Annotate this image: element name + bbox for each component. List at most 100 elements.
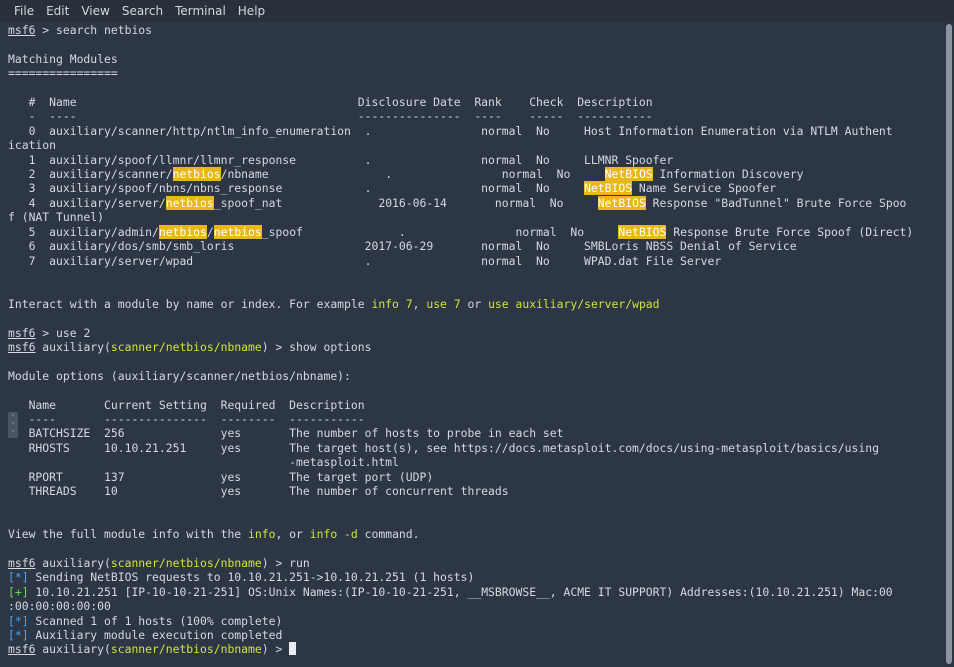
terminal-line: 4 auxiliary/server/netbios_spoof_nat 201… <box>8 195 913 210</box>
search-highlight: netbios <box>158 224 207 239</box>
terminal-output[interactable]: msf6 > search netbios Matching Modules ===… <box>0 22 944 667</box>
menu-search[interactable]: Search <box>116 0 169 22</box>
terminal-line: [*] Sending NetBIOS requests to 10.10.21… <box>8 570 913 584</box>
terminal-line: [+] 10.10.21.251 [IP-10-10-21-251] OS:Un… <box>8 585 913 599</box>
line-segment: BATCHSIZE 256 yes The number of hosts to… <box>8 426 564 441</box>
terminal-line: 7 auxiliary/server/wpad . normal No WPAD… <box>8 254 913 268</box>
side-handle-icon[interactable]: · · · <box>8 412 18 438</box>
line-segment: _spoof . normal No <box>261 224 619 239</box>
menu-view[interactable]: View <box>75 0 115 22</box>
terminal-line: THREADS 10 yes The number of concurrent … <box>8 484 913 498</box>
terminal-line: msf6 auxiliary(scanner/netbios/nbname) > <box>8 642 913 656</box>
search-highlight: NetBIOS <box>618 224 667 239</box>
line-segment: use auxiliary/server/wpad <box>488 296 660 311</box>
line-segment: , or <box>275 527 310 542</box>
menu-edit[interactable]: Edit <box>40 0 75 22</box>
line-segment: scanner/netbios/nbname <box>110 642 262 657</box>
line-segment: -metasploit.html <box>8 455 399 470</box>
line-segment: auxiliary( <box>35 556 111 571</box>
vertical-scrollbar[interactable] <box>944 22 954 667</box>
line-segment: Matching Modules <box>8 51 118 66</box>
menu-terminal[interactable]: Terminal <box>169 0 232 22</box>
line-segment: THREADS 10 yes The number of concurrent … <box>8 484 509 498</box>
prompt-label: msf6 <box>8 556 36 571</box>
line-segment: [*] <box>8 613 29 628</box>
line-segment: info 7 <box>371 296 413 311</box>
scrollbar-thumb[interactable] <box>946 24 952 664</box>
line-segment: ================ <box>8 66 118 81</box>
prompt-label: msf6 <box>8 23 36 37</box>
menu-file[interactable]: File <box>0 0 40 22</box>
terminal-lines: msf6 > search netbios Matching Modules ===… <box>8 23 913 657</box>
terminal-line: RPORT 137 yes The target port (UDP) <box>8 470 913 484</box>
line-segment: scanner/netbios/nbname <box>110 556 262 571</box>
terminal-line: msf6 auxiliary(scanner/netbios/nbname) >… <box>8 556 913 570</box>
terminal-line: -metasploit.html <box>8 455 913 469</box>
terminal-line: f (NAT Tunnel) <box>8 210 913 224</box>
terminal-line: Module options (auxiliary/scanner/netbio… <box>8 369 913 383</box>
terminal-line: :00:00:00:00:00 <box>8 599 913 613</box>
terminal-line: Interact with a module by name or index.… <box>8 297 913 311</box>
line-segment: auxiliary( <box>35 339 111 354</box>
terminal-line: ication <box>8 138 913 152</box>
line-segment: or <box>460 296 489 311</box>
line-segment: [*] <box>8 570 29 585</box>
line-segment: RPORT 137 yes The target port (UDP) <box>8 469 434 484</box>
line-segment: scanner/netbios/nbname <box>110 339 262 354</box>
terminal-line: 6 auxiliary/dos/smb/smb_loris 2017-06-29… <box>8 239 913 253</box>
terminal-line: 5 auxiliary/admin/netbios/netbios_spoof … <box>8 224 914 239</box>
line-segment: ication <box>8 138 57 153</box>
terminal-line: msf6 > search netbios <box>8 23 913 37</box>
line-segment: info -d <box>309 527 358 542</box>
search-highlight: netbios <box>172 167 221 182</box>
search-highlight: NetBIOS <box>604 167 653 182</box>
terminal-line: RHOSTS 10.10.21.251 yes The target host(… <box>8 441 913 455</box>
line-segment: 2 auxiliary/scanner/ <box>8 167 173 182</box>
line-segment: 10.10.21.251 [IP-10-10-21-251] OS:Unix N… <box>28 584 893 599</box>
terminal-line: ================ <box>8 66 913 80</box>
menu-help[interactable]: Help <box>232 0 271 22</box>
line-segment: Information Discovery <box>652 167 804 182</box>
line-segment: # Name Disclosure Date Rank Check Descri… <box>8 95 653 110</box>
line-segment: auxiliary( <box>35 642 111 657</box>
line-segment: ---- --------------- -------- ----------… <box>8 411 365 426</box>
line-segment: 3 auxiliary/spoof/nbns/nbns_response . n… <box>8 181 585 196</box>
line-segment: /nbname . normal No <box>220 167 605 182</box>
terminal-line: # Name Disclosure Date Rank Check Descri… <box>8 95 913 109</box>
text-cursor <box>289 642 297 656</box>
line-segment: use 7 <box>426 296 461 311</box>
line-segment: ) > show options <box>261 339 372 354</box>
line-segment: command. <box>357 527 420 542</box>
terminal-line: 1 auxiliary/spoof/llmnr/llmnr_response .… <box>8 153 913 167</box>
line-segment: Name Current Setting Required Descriptio… <box>8 397 365 412</box>
line-segment: Auxiliary module execution completed <box>28 628 283 643</box>
terminal-line: - ---- --------------- ---- ----- ------… <box>8 109 913 123</box>
line-segment: Response Brute Force Spoof (Direct) <box>666 224 914 239</box>
prompt-label: msf6 <box>8 325 36 340</box>
line-segment: - ---- --------------- ---- ----- ------… <box>8 109 653 124</box>
terminal-line: Name Current Setting Required Descriptio… <box>8 398 913 412</box>
prompt-label: msf6 <box>8 339 36 354</box>
line-segment: info <box>248 527 276 542</box>
line-segment: f (NAT Tunnel) <box>8 210 105 225</box>
line-segment: View the full module info with the <box>8 527 249 542</box>
line-segment: :00:00:00:00:00 <box>8 599 111 614</box>
search-highlight: netbios <box>165 195 214 210</box>
line-segment: 4 auxiliary/server/ <box>8 195 166 210</box>
terminal-line: [*] Scanned 1 of 1 hosts (100% complete) <box>8 614 913 628</box>
terminal-line: msf6 auxiliary(scanner/netbios/nbname) >… <box>8 340 913 354</box>
line-segment: 6 auxiliary/dos/smb/smb_loris 2017-06-29… <box>8 239 797 254</box>
line-segment: > search netbios <box>35 23 153 37</box>
terminal-line: BATCHSIZE 256 yes The number of hosts to… <box>8 426 913 440</box>
line-segment: [+] <box>8 584 29 599</box>
line-segment: > use 2 <box>35 325 91 340</box>
terminal-line: 0 auxiliary/scanner/http/ntlm_info_enume… <box>8 124 913 138</box>
